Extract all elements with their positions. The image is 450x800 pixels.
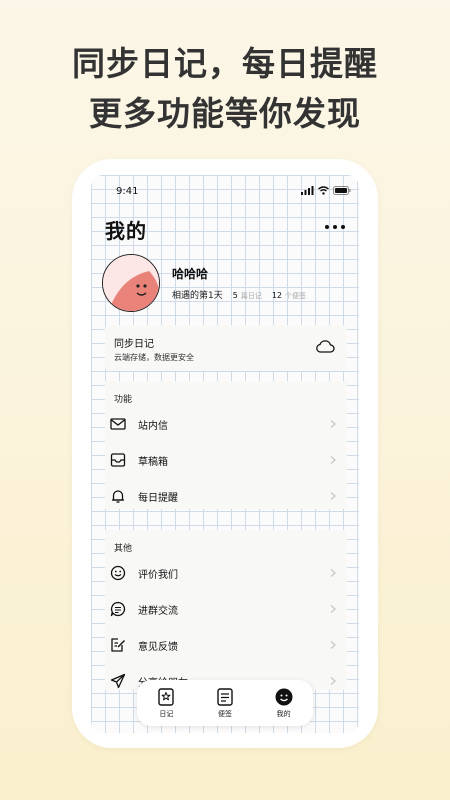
menu-item-label: 站内信 [138,420,168,432]
diary-count-unit: 篇日记 [240,292,262,300]
more-dot-icon [341,225,345,229]
page-title: 我的 [105,219,147,243]
status-time: 9:41 [116,186,139,197]
sync-title: 同步日记 [114,339,154,350]
avatar-face-icon [103,255,159,311]
features-label: 功能 [114,395,133,405]
chevron-right-icon [330,641,336,649]
tab-label: 日记 [159,709,174,718]
others-label: 其他 [114,544,133,554]
note-count-unit: 个便签 [285,292,307,300]
phone-screen: 9:41 我的 哈哈哈 相遇的第1天 5 篇日记 12 个便签 同步日记 云端存… [91,175,359,733]
menu-item-label: 意见反馈 [138,641,178,653]
menu-item-join-group[interactable]: 进群交流 [105,594,347,624]
inbox-icon [110,453,126,467]
mail-icon [110,418,126,430]
menu-item-rate-us[interactable]: 评价我们 [105,558,347,588]
chevron-right-icon [330,677,336,685]
more-options-button[interactable] [325,219,345,235]
chevron-right-icon [330,420,336,428]
note-count: 12 [271,291,283,300]
headline-line-2: 更多功能等你发现 [89,94,361,133]
features-section: 功能 站内信 草稿箱 每日提醒 [105,381,347,509]
tab-label: 我的 [276,709,291,718]
star-book-icon [158,687,175,706]
menu-item-label: 进群交流 [138,605,178,617]
menu-item-label: 评价我们 [138,569,178,581]
chevron-right-icon [330,605,336,613]
note-icon [217,687,233,706]
smile-icon [110,565,126,581]
status-bar: 9:41 [91,175,359,207]
tab-label: 便签 [217,709,232,718]
bell-icon [112,490,124,503]
chevron-right-icon [330,492,336,500]
avatar[interactable] [102,254,160,312]
sync-subtitle: 云端存储，数据更安全 [114,353,194,362]
headline-line-1: 同步日记，每日提醒 [72,44,378,83]
menu-item-drafts[interactable]: 草稿箱 [105,445,347,475]
cloud-icon [316,340,335,353]
tab-notes[interactable]: 便签 [200,687,250,719]
wifi-icon [318,186,329,195]
chevron-right-icon [330,456,336,464]
menu-item-label: 每日提醒 [138,492,178,504]
signal-icon [301,186,314,195]
face-icon [275,688,293,705]
edit-icon [111,638,125,652]
menu-item-daily-reminder[interactable]: 每日提醒 [105,481,347,511]
tab-diary[interactable]: 日记 [141,687,191,719]
bottom-tab-bar: 日记 便签 我的 [137,680,313,726]
profile-stats: 相遇的第1天 5 篇日记 12 个便签 [172,288,306,301]
more-dot-icon [325,225,329,229]
chevron-right-icon [330,569,336,577]
others-section: 其他 评价我们 进群交流 意见反馈 [105,530,347,690]
user-nickname: 哈哈哈 [172,267,209,281]
more-dot-icon [333,225,337,229]
sync-diary-card[interactable]: 同步日记 云端存储，数据更安全 [105,325,347,371]
diary-count: 5 [232,291,238,300]
meet-days: 相遇的第1天 [172,291,223,301]
status-icons [301,186,351,195]
menu-item-feedback[interactable]: 意见反馈 [105,630,347,660]
chat-icon [110,601,126,617]
promo-headline: 同步日记，每日提醒 更多功能等你发现 [0,40,450,138]
send-icon [110,673,126,689]
battery-icon [333,186,351,195]
menu-item-label: 草稿箱 [138,456,168,468]
menu-item-messages[interactable]: 站内信 [105,409,347,439]
tab-mine[interactable]: 我的 [259,688,309,719]
